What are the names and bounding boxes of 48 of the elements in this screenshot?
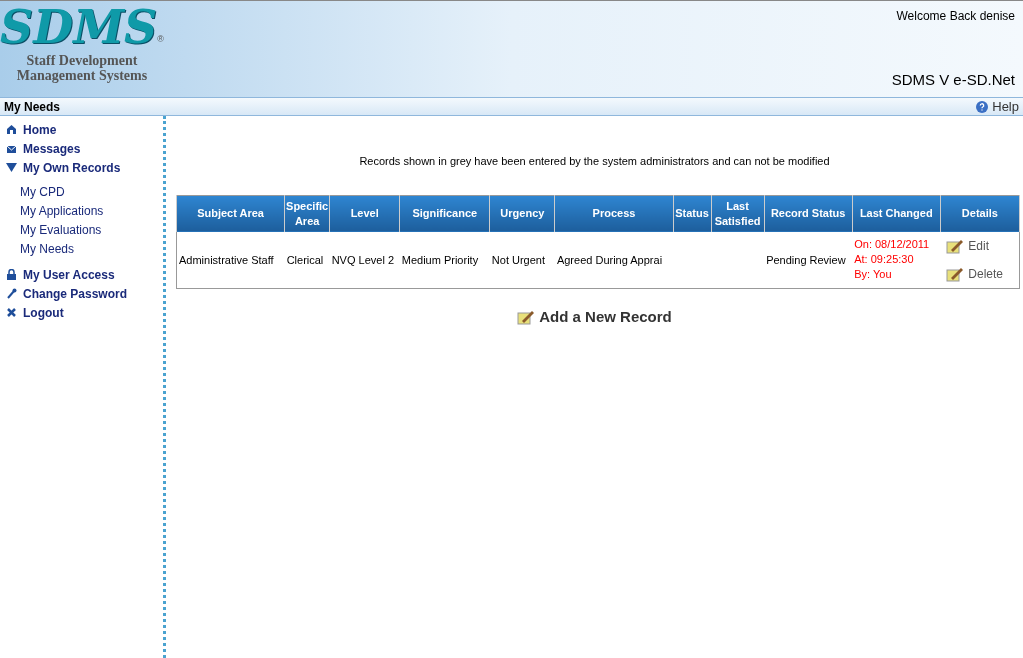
nav-link[interactable]: Home <box>0 120 163 139</box>
column-header: Last Satisfied <box>711 195 765 232</box>
envelope-icon <box>6 143 17 154</box>
help-link[interactable]: Help <box>976 96 1019 117</box>
table-cell: Not Urgent <box>491 253 546 266</box>
product-name: SDMS V e-SD.Net <box>891 69 1015 90</box>
close-icon <box>6 307 17 318</box>
house-icon <box>6 124 17 135</box>
column-header: Status <box>673 195 712 232</box>
help-icon <box>976 100 989 113</box>
nav-link[interactable]: Change Password <box>0 284 163 303</box>
table-cell: Pending Review <box>766 253 846 266</box>
nav-link[interactable]: My Own Records <box>0 158 163 177</box>
pencil-icon <box>946 265 965 282</box>
nav-sublink[interactable]: My CPD <box>0 183 163 202</box>
page-title: My Needs <box>4 98 61 116</box>
registered-mark: ® <box>157 34 164 46</box>
lock-icon <box>6 269 17 280</box>
key-icon <box>6 288 17 299</box>
nav-sublink[interactable]: My Applications <box>0 202 163 221</box>
last-changed-text: On: 08/12/2011 At: 09:25:30 By: You <box>854 237 931 283</box>
table-cell: Clerical <box>286 253 324 266</box>
column-header: Subject Area <box>176 195 285 232</box>
nav-sublink[interactable]: My Needs <box>0 240 163 259</box>
logo-tagline: Staff Development Management Systems <box>16 53 148 83</box>
table-cell: NVQ Level 2 <box>331 253 395 266</box>
row-action-link[interactable]: Edit <box>946 236 1013 255</box>
column-header: Last Changed <box>852 195 941 232</box>
column-header: Record Status <box>764 195 853 232</box>
nav-link[interactable]: Logout <box>0 303 163 322</box>
nav-link[interactable]: Messages <box>0 139 163 158</box>
notice-text: Records shown in grey have been entered by the system administrators and can not be modified <box>359 154 830 169</box>
row-action-link[interactable]: Delete <box>946 264 1013 283</box>
column-header: Specific Area <box>284 195 330 232</box>
table-cell: Administrative Staff <box>179 253 274 266</box>
nav-link[interactable]: My User Access <box>0 265 163 284</box>
table-cell: Medium Priority <box>401 253 479 266</box>
column-header: Level <box>329 195 400 232</box>
nav-sublink[interactable]: My Evaluations <box>0 221 163 240</box>
column-header: Urgency <box>489 195 555 232</box>
column-header: Details <box>940 195 1020 232</box>
add-record-link[interactable]: Add a New Record <box>517 305 672 328</box>
welcome-text: Welcome Back denise <box>896 8 1015 25</box>
column-header: Significance <box>399 195 490 232</box>
table-cell: Agreed During Apprai <box>556 253 663 266</box>
pencil-icon <box>946 237 965 254</box>
column-header: Process <box>554 195 674 232</box>
logo-text: SDMS <box>0 1 158 53</box>
